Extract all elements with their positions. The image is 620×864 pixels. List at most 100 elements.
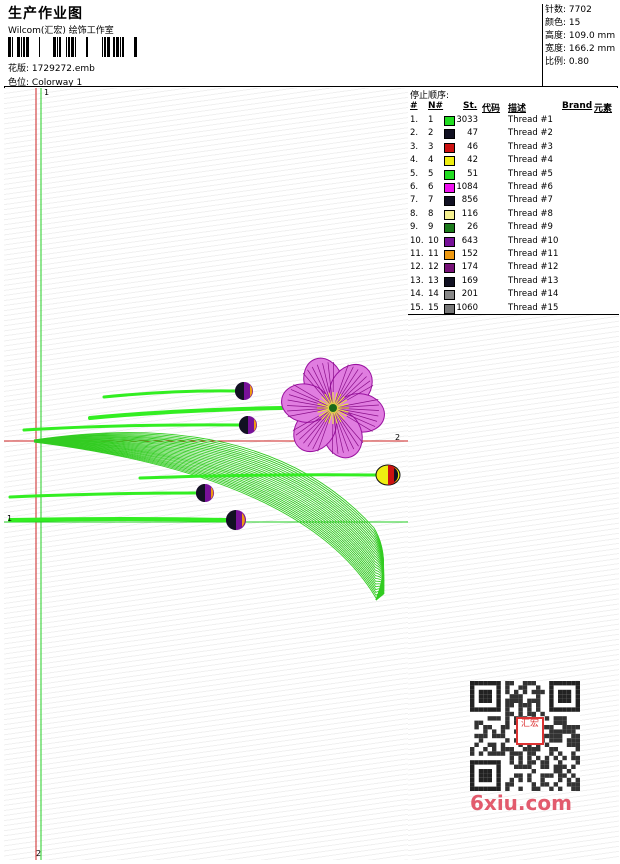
row-stitches: 47 <box>467 128 478 139</box>
page-title: 生产作业图 <box>8 6 83 22</box>
sequence-row: 6. 6 1084 Thread #6 <box>408 181 619 194</box>
row-description: Thread #10 <box>508 235 559 246</box>
guide-marker-h-upper: 2 <box>395 433 401 442</box>
row-description: Thread #14 <box>508 289 559 300</box>
row-stitches: 856 <box>461 195 478 206</box>
row-index: 9. <box>410 222 419 233</box>
row-index: 13. <box>410 275 424 286</box>
pattern-field: 花版: 1729272.emb <box>8 61 95 74</box>
row-needle: 1 <box>428 115 434 125</box>
row-needle: 11 <box>428 249 439 259</box>
row-stitches: 46 <box>467 141 478 152</box>
col-description: 描述 <box>508 104 527 114</box>
row-index: 8. <box>410 208 419 219</box>
row-description: Thread #3 <box>508 141 553 152</box>
row-stitches: 1084 <box>456 182 478 192</box>
row-needle: 8 <box>428 208 434 219</box>
row-description: Thread #8 <box>508 208 553 219</box>
row-needle: 4 <box>428 155 434 166</box>
row-stitches: 169 <box>461 275 478 286</box>
info-width: 宽度: 166.2 mm <box>545 44 616 54</box>
embroidery-design <box>4 88 408 860</box>
row-needle: 3 <box>428 141 434 152</box>
row-index: 7. <box>410 195 419 206</box>
row-needle: 9 <box>428 222 434 233</box>
row-index: 6. <box>410 182 419 192</box>
sequence-row: 3. 3 46 Thread #3 <box>408 141 619 154</box>
row-stitches: 174 <box>461 262 478 273</box>
sequence-row: 10. 10 643 Thread #10 <box>408 235 619 248</box>
row-stitches: 1060 <box>456 302 478 313</box>
row-index: 15. <box>410 302 424 313</box>
row-index: 5. <box>410 168 419 179</box>
row-description: Thread #7 <box>508 195 553 206</box>
row-needle: 6 <box>428 182 434 192</box>
info-scale: 比例: 0.80 <box>545 57 589 67</box>
col-code: 代码 <box>482 104 501 114</box>
seal-stamp: 汇宏 <box>516 717 544 745</box>
site-watermark: 6xiu.com <box>470 791 572 815</box>
bud-1 <box>235 382 253 400</box>
col-index: # <box>410 101 418 111</box>
row-description: Thread #4 <box>508 155 553 166</box>
info-stitches: 针数: 7702 <box>545 5 592 15</box>
row-needle: 15 <box>428 302 439 313</box>
col-needle: N# <box>428 101 444 111</box>
bud-4 <box>226 510 246 530</box>
col-brand: Brand <box>562 101 593 111</box>
row-stitches: 51 <box>467 168 478 179</box>
design-canvas[interactable]: 1 2 2 1 <box>4 88 409 860</box>
row-needle: 2 <box>428 128 434 139</box>
row-description: Thread #15 <box>508 302 559 313</box>
sequence-row: 1. 1 3033 Thread #1 <box>408 114 619 127</box>
row-index: 12. <box>410 262 424 273</box>
row-index: 14. <box>410 289 424 300</box>
sequence-row: 9. 9 26 Thread #9 <box>408 221 619 234</box>
row-description: Thread #2 <box>508 128 553 139</box>
bud-2 <box>239 416 257 434</box>
row-stitches: 116 <box>461 208 478 219</box>
guide-marker-v-bottom: 2 <box>36 849 42 858</box>
row-stitches: 3033 <box>456 115 478 125</box>
row-stitches: 201 <box>461 289 478 300</box>
row-stitches: 152 <box>461 249 478 259</box>
pattern-value: 1729272.emb <box>31 64 95 74</box>
info-colors: 颜色: 15 <box>545 18 581 28</box>
row-stitches: 643 <box>461 235 478 246</box>
row-description: Thread #1 <box>508 115 553 125</box>
sequence-row: 12. 12 174 Thread #12 <box>408 261 619 274</box>
row-description: Thread #11 <box>508 249 559 259</box>
row-description: Thread #5 <box>508 168 553 179</box>
guide-marker-v-top: 1 <box>44 88 50 97</box>
row-index: 2. <box>410 128 419 139</box>
sequence-row: 7. 7 856 Thread #7 <box>408 194 619 207</box>
sequence-row: 14. 14 201 Thread #14 <box>408 288 619 301</box>
stop-sequence-panel: 停止顺序: # N# St. 代码 描述 Brand 元素 1. 1 3033 Thr… <box>408 88 619 315</box>
row-stitches: 26 <box>467 222 478 233</box>
row-stitches: 42 <box>467 155 478 166</box>
row-needle: 10 <box>428 235 439 246</box>
row-index: 1. <box>410 115 419 125</box>
row-needle: 12 <box>428 262 439 273</box>
sequence-header: # N# St. 代码 描述 Brand 元素 <box>408 101 619 114</box>
bud-5 <box>375 464 401 486</box>
col-stitches: St. <box>463 101 478 111</box>
row-index: 10. <box>410 235 424 246</box>
row-index: 3. <box>410 141 419 152</box>
info-height: 高度: 109.0 mm <box>545 31 616 41</box>
row-index: 11. <box>410 249 424 259</box>
barcode <box>8 37 138 57</box>
row-description: Thread #12 <box>508 262 559 273</box>
bud-3 <box>196 484 214 502</box>
sequence-row: 13. 13 169 Thread #13 <box>408 275 619 288</box>
row-description: Thread #13 <box>508 275 559 286</box>
sequence-row: 11. 11 152 Thread #11 <box>408 248 619 261</box>
sequence-row: 2. 2 47 Thread #2 <box>408 127 619 140</box>
row-needle: 7 <box>428 195 434 206</box>
row-description: Thread #9 <box>508 222 553 233</box>
sequence-row: 8. 8 116 Thread #8 <box>408 208 619 221</box>
row-needle: 14 <box>428 289 439 300</box>
sequence-title: 停止顺序: <box>410 91 450 101</box>
sequence-row: 4. 4 42 Thread #4 <box>408 154 619 167</box>
row-description: Thread #6 <box>508 182 553 192</box>
